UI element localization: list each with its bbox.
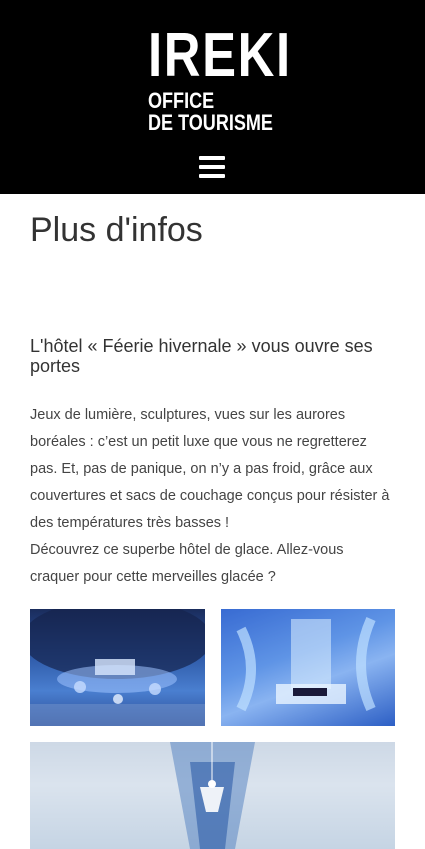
article-body: Jeux de lumière, sculptures, vues sur le… xyxy=(30,402,395,591)
article-paragraph: Jeux de lumière, sculptures, vues sur le… xyxy=(30,407,390,531)
article-title: L'hôtel « Féerie hivernale » vous ouvre … xyxy=(30,336,373,376)
ice-hotel-dining-photo[interactable] xyxy=(30,609,205,726)
page-title: Plus d'infos xyxy=(30,211,203,249)
logo-subtitle-line1: OFFICE xyxy=(148,88,215,113)
ice-hotel-bedroom-photo[interactable] xyxy=(221,609,395,726)
article-paragraph: Découvrez ce superbe hôtel de glace. All… xyxy=(30,542,344,585)
hamburger-menu-icon[interactable] xyxy=(199,156,225,178)
site-logo[interactable]: IREKI OFFICE DE TOURISME xyxy=(148,21,292,135)
photo-gallery xyxy=(30,609,395,849)
ice-hotel-chandelier-photo[interactable] xyxy=(30,742,395,849)
logo-main-text: IREKI xyxy=(148,21,292,90)
site-header: IREKI OFFICE DE TOURISME xyxy=(0,0,425,194)
main-content: Plus d'infos L'hôtel « Féerie hivernale … xyxy=(0,210,425,849)
logo-subtitle-line2: DE TOURISME xyxy=(148,110,273,135)
